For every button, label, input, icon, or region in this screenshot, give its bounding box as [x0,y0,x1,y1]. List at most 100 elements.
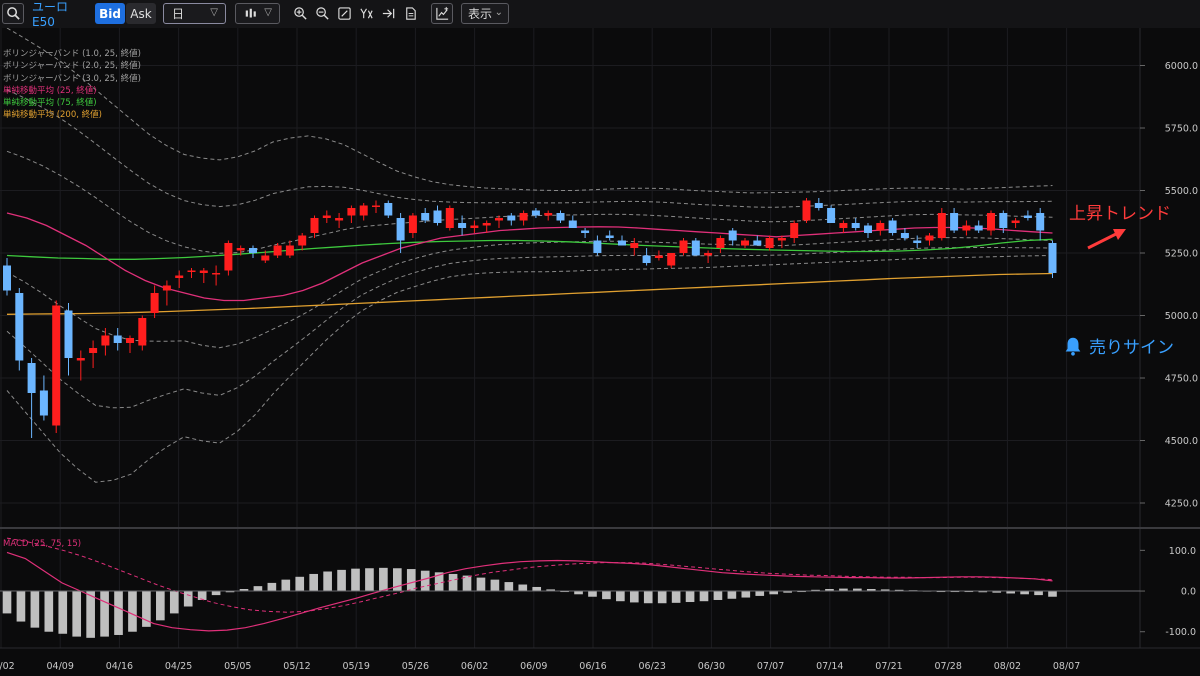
fit-screen-button[interactable] [333,3,355,24]
chart-canvas[interactable]: 4250.0 4500.0 4750.0 5000.0 5250.0 5500.0 5750… [0,28,1200,676]
y-tick-label: 4250.0 [1165,499,1198,510]
timeframe-select[interactable]: 日 ▽ [163,3,226,24]
legend-bb1[interactable]: ボリンジャーバンド (1.0, 25, 終値) [3,48,141,60]
document-icon [405,7,416,20]
macd-hist-bar [295,576,305,592]
candle-body [864,225,872,233]
candle-body [433,210,442,223]
candle-body [347,208,356,216]
jump-to-latest-button[interactable] [377,3,399,24]
macd-hist-bar [379,567,388,592]
zoom-in-icon [293,7,307,20]
candle-body [962,225,971,231]
sell-sign-label: 売りサイン [1089,338,1174,358]
candle-body [150,293,159,313]
candle-body [199,270,208,273]
candle-body [1048,243,1057,273]
macd-y-tick-label: 0.0 [1181,587,1196,598]
macd-hist-bar [448,573,458,592]
candle-body [187,270,196,272]
macd-hist-bar [713,591,723,600]
x-tick-label: 05/19 [343,661,370,672]
candle-body [851,223,860,228]
candle-body [212,273,221,275]
zoom-out-icon [315,7,329,20]
macd-hist-bar [504,582,514,592]
macd-hist-bar [727,591,737,599]
x-tick-label: 07/21 [875,661,902,672]
candle-body [52,305,61,426]
candle-body [888,220,897,233]
macd-hist-bar [476,577,486,592]
macd-hist-bar [253,586,263,592]
search-button[interactable] [2,3,24,24]
macd-title[interactable]: MACD (25, 75, 15) [3,539,81,549]
candle-body [753,240,762,246]
candle-body [531,210,540,216]
x-tick-label: 05/26 [402,661,429,672]
candle-body [790,223,799,238]
candle-body [728,230,737,241]
bid-button[interactable]: Bid [95,3,125,24]
axis-scale-button[interactable] [355,3,377,24]
candle-body [950,213,959,231]
macd-y-tick-label: -100.0 [1165,627,1196,638]
candle-body [839,223,848,228]
candle-body [285,245,294,256]
document-button[interactable] [399,3,421,24]
legend-sma25[interactable]: 単純移動平均 (25, 終値) [3,85,141,97]
legend-bb3[interactable]: ボリンジャーバンド (3.0, 25, 終値) [3,73,141,85]
candle-body [445,208,454,228]
candle-body [76,358,85,361]
chevron-down-icon: ▽ [210,7,218,18]
timeframe-value: 日 [172,7,185,21]
display-menu[interactable]: 表示 ⌄ [461,3,509,24]
candle-body [113,335,122,343]
chart-type-select[interactable]: ▽ [235,3,280,24]
candle-body [827,208,836,223]
legend-bb2[interactable]: ボリンジャーバンド (2.0, 25, 終値) [3,60,141,72]
ask-button[interactable]: Ask [126,3,156,24]
zoom-out-button[interactable] [311,3,333,24]
candle-body [396,218,405,241]
macd-hist-bar [169,591,179,614]
macd-hist-bar [44,591,54,632]
candle-body [1011,220,1020,223]
x-tick-label: 08/02 [994,661,1021,672]
macd-hist-bar [211,591,221,596]
macd-hist-bar [518,584,528,592]
indicator-icon [435,6,448,20]
macd-hist-bar [2,591,12,614]
instrument-name[interactable]: ユーロE50 [32,0,90,29]
legend-sma200[interactable]: 単純移動平均 (200, 終値) [3,109,141,121]
candle-body [27,363,36,393]
candle-body [64,310,73,358]
x-tick-label: 06/23 [639,661,666,672]
indicator-button[interactable] [431,3,453,24]
candle-body [581,230,590,233]
uptrend-annotation: 上昇トレンド [1069,204,1171,224]
macd-hist-bar [156,591,165,621]
candle-body [310,218,319,233]
y-tick-label: 5000.0 [1165,311,1198,322]
legend-sma75[interactable]: 単純移動平均 (75, 終値) [3,97,141,109]
macd-hist-bar [685,591,695,603]
macd-hist-bar [741,591,751,598]
zoom-in-button[interactable] [289,3,311,24]
x-tick-label: 04/16 [106,661,133,672]
candle-body [261,255,270,261]
candle-body [974,225,983,231]
macd-hist-bar [406,569,416,592]
candle-body [814,203,823,208]
y-tick-label: 6000.0 [1165,61,1198,72]
candle-body [642,255,651,263]
macd-hist-bar [183,591,193,607]
macd-hist-bar [602,591,611,600]
candle-body [544,213,553,216]
macd-hist-bar [197,591,207,600]
candle-body [39,390,48,416]
macd-hist-bar [616,591,625,602]
macd-hist-bar [657,591,667,604]
chevron-down-icon: ⌄ [494,7,503,18]
macd-hist-bar [309,573,319,592]
